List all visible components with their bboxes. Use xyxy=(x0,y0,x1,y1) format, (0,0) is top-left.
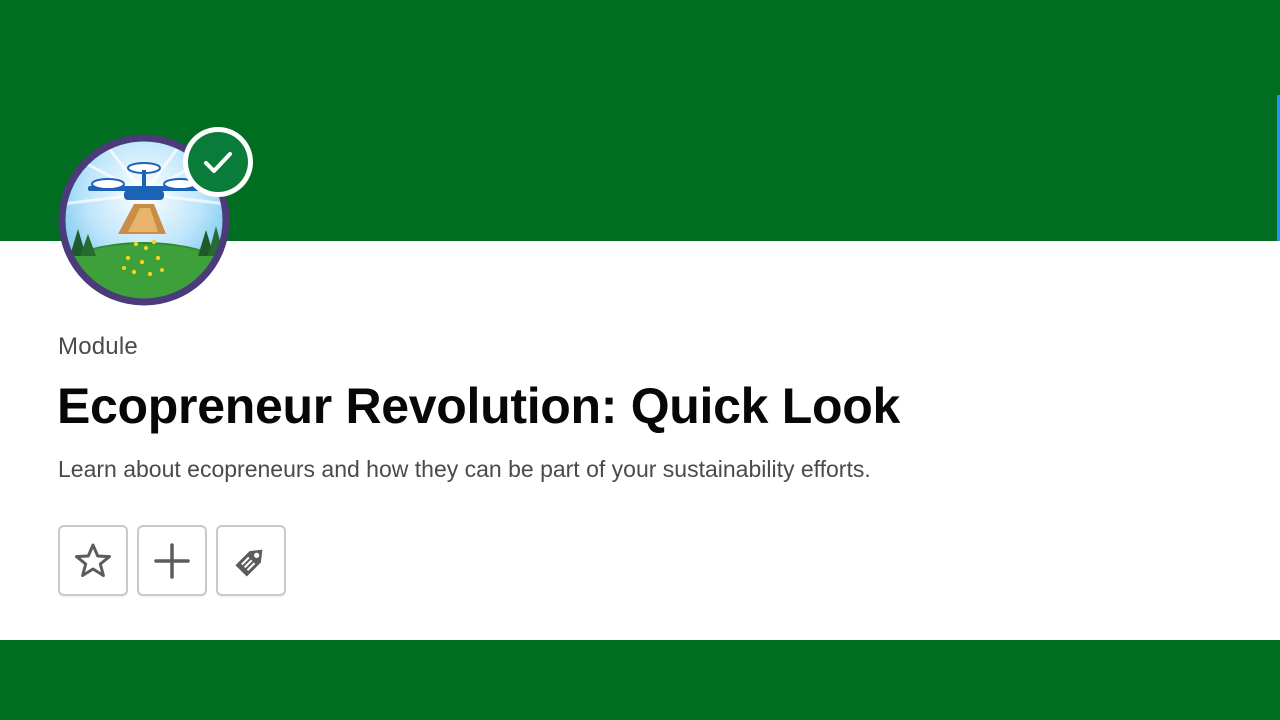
add-to-list-button[interactable] xyxy=(137,525,207,596)
assign-tag-button[interactable] xyxy=(216,525,286,596)
module-header-page: Module Ecopreneur Revolution: Quick Look… xyxy=(0,0,1280,720)
completed-status-badge xyxy=(182,126,254,198)
add-to-favorites-button[interactable] xyxy=(58,525,128,596)
module-description: Learn about ecopreneurs and how they can… xyxy=(58,456,871,482)
star-icon xyxy=(75,543,111,577)
footer-banner xyxy=(0,640,1280,720)
checkmark-icon xyxy=(183,127,253,197)
module-actions xyxy=(58,525,286,596)
module-title: Ecopreneur Revolution: Quick Look xyxy=(57,378,900,434)
plus-icon xyxy=(154,542,190,579)
module-type-label: Module xyxy=(58,333,138,360)
tag-icon xyxy=(235,549,263,577)
